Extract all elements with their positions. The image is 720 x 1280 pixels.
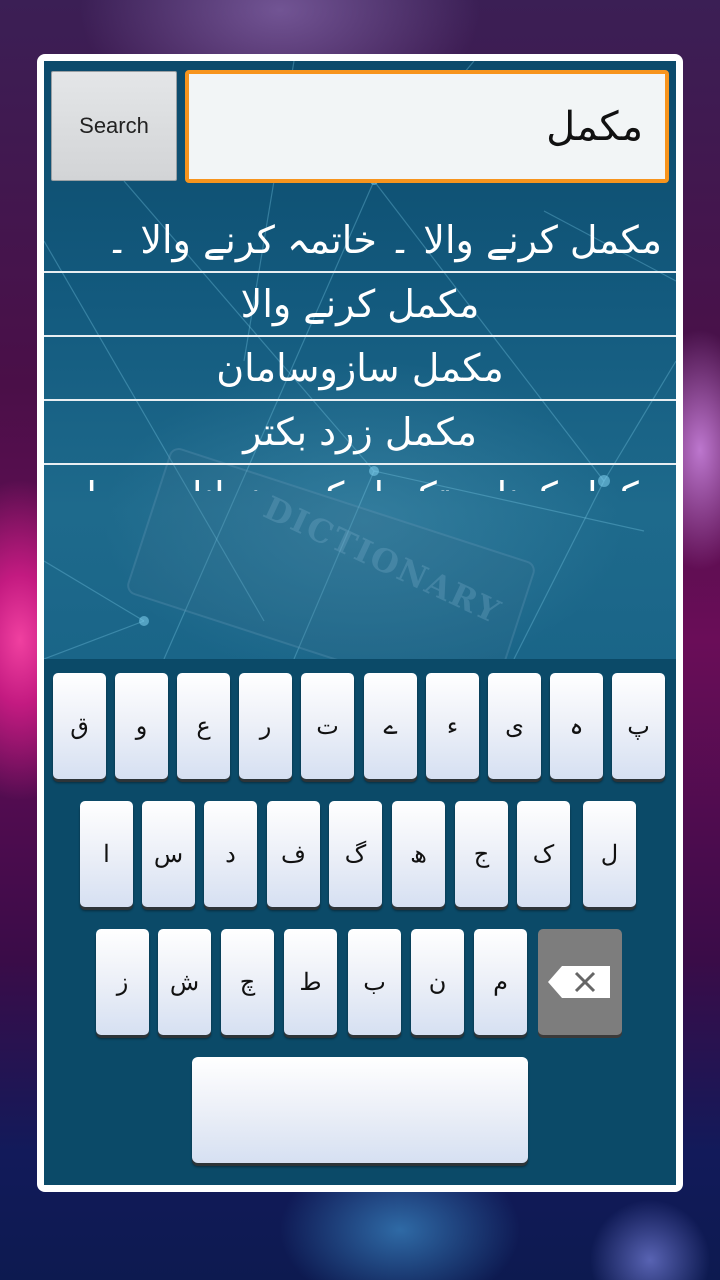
key[interactable]: ف bbox=[267, 801, 320, 907]
search-button[interactable]: Search bbox=[51, 71, 177, 181]
key[interactable]: ش bbox=[158, 929, 211, 1035]
key[interactable]: ہ bbox=[550, 673, 603, 779]
key[interactable]: ط bbox=[284, 929, 337, 1035]
space-key[interactable] bbox=[192, 1057, 528, 1163]
key[interactable]: ع bbox=[177, 673, 230, 779]
key[interactable]: ا bbox=[80, 801, 133, 907]
key[interactable]: چ bbox=[221, 929, 274, 1035]
backspace-key[interactable] bbox=[538, 929, 622, 1035]
result-item[interactable]: مکمل کرنے والا ۔ خاتمہ کرنے والا ۔ bbox=[44, 209, 676, 273]
key[interactable]: ج bbox=[455, 801, 508, 907]
key[interactable]: ل bbox=[583, 801, 636, 907]
key[interactable]: ی bbox=[488, 673, 541, 779]
key[interactable]: ھ bbox=[392, 801, 445, 907]
key[interactable]: ق bbox=[53, 673, 106, 779]
key[interactable]: د bbox=[204, 801, 257, 907]
key[interactable]: ز bbox=[96, 929, 149, 1035]
key[interactable]: س bbox=[142, 801, 195, 907]
key[interactable]: ت bbox=[301, 673, 354, 779]
result-item[interactable]: مکمل سازوسامان bbox=[44, 337, 676, 401]
app-frame: DICTIONARY Search مکمل کرنے والا ۔ خاتمہ… bbox=[37, 54, 683, 1192]
results-list[interactable]: مکمل کرنے والا ۔ خاتمہ کرنے والا ۔ مکمل … bbox=[44, 209, 676, 491]
key[interactable]: ک bbox=[517, 801, 570, 907]
key[interactable]: پ bbox=[612, 673, 665, 779]
key[interactable]: ے bbox=[364, 673, 417, 779]
key[interactable]: و bbox=[115, 673, 168, 779]
search-panel: DICTIONARY Search مکمل کرنے والا ۔ خاتمہ… bbox=[44, 61, 676, 659]
key[interactable]: ء bbox=[426, 673, 479, 779]
search-input[interactable] bbox=[185, 70, 669, 183]
urdu-keyboard: ق و ع ر ت ے ء ی ہ پ ا س د ف گ ھ ج ک ل ز … bbox=[44, 659, 676, 1185]
backspace-icon bbox=[548, 966, 610, 998]
key[interactable]: ن bbox=[411, 929, 464, 1035]
key[interactable]: گ bbox=[329, 801, 382, 907]
dictionary-app: DICTIONARY Search مکمل کرنے والا ۔ خاتمہ… bbox=[44, 61, 676, 1185]
key[interactable]: ر bbox=[239, 673, 292, 779]
result-item[interactable]: مکمل کرنے والا bbox=[44, 273, 676, 337]
result-item[interactable]: مکمل زرد بکتر bbox=[44, 401, 676, 465]
result-item[interactable]: مکمل کرنا ۔ تکمیل کو پہنچانا ۔ پورا bbox=[44, 465, 676, 491]
key[interactable]: م bbox=[474, 929, 527, 1035]
key[interactable]: ب bbox=[348, 929, 401, 1035]
